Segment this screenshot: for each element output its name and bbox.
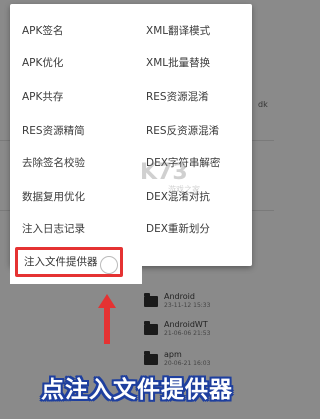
menu-item-apk-coexist[interactable]: APK共存: [22, 86, 140, 108]
function-menu: APK签名 APK优化 APK共存 RES资源精简 去除签名校验 数据复用优化 …: [10, 4, 252, 266]
instruction-caption: 点注入文件提供器: [41, 377, 233, 403]
menu-item-apk-optimize[interactable]: APK优化: [22, 52, 140, 74]
list-item[interactable]: AndroidWT 21-06-06 21:53: [140, 320, 270, 342]
folder-icon: [144, 321, 158, 335]
menu-item-res-obfuscate[interactable]: RES资源混淆: [146, 86, 264, 108]
menu-item-remove-sign-check[interactable]: 去除签名校验: [22, 152, 140, 174]
menu-item-data-reuse[interactable]: 数据复用优化: [22, 186, 140, 208]
menu-item-dex-repartition[interactable]: DEX重新划分: [146, 218, 264, 240]
folder-icon: [144, 351, 158, 365]
folder-icon: [144, 293, 158, 307]
list-item[interactable]: apm 20-06-21 16:03: [140, 350, 270, 372]
menu-item-xml-batch-replace[interactable]: XML批量替换: [146, 52, 264, 74]
menu-item-res-deobfuscate[interactable]: RES反资源混淆: [146, 120, 264, 142]
menu-item-xml-translate[interactable]: XML翻译模式: [146, 20, 264, 42]
menu-item-res-slim[interactable]: RES资源精简: [22, 120, 140, 142]
menu-item-apk-sign[interactable]: APK签名: [22, 20, 140, 42]
list-item[interactable]: Android 23-11-12 15:33: [140, 292, 270, 314]
watermark-logo: K73 游戏之家: [140, 160, 200, 194]
menu-item-inject-log[interactable]: 注入日志记录: [22, 218, 140, 240]
pointer-arrow-icon: [98, 294, 116, 344]
touch-indicator: [100, 256, 118, 274]
